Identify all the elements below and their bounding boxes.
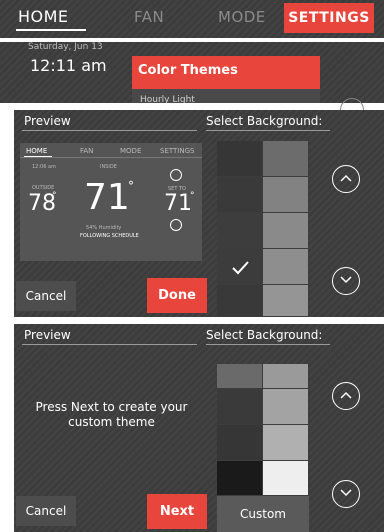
preview-inside-label: INSIDE (100, 164, 117, 170)
background-select-panel: Preview Select Background: HOME FAN MODE… (14, 110, 384, 317)
preview-tab-home: HOME (26, 147, 48, 155)
preview-tab-fan: FAN (80, 147, 94, 155)
preview-degree-sign: ° (52, 191, 57, 201)
cancel-button[interactable]: Cancel (16, 496, 76, 526)
chevron-down-icon (340, 489, 352, 497)
swatch-3[interactable] (217, 177, 263, 213)
divider (22, 344, 197, 345)
preview-tab-mode: MODE (120, 147, 142, 155)
tab-home-underline (16, 29, 86, 31)
swatch-5[interactable] (217, 425, 263, 461)
top-nav-bar: HOME FAN MODE SETTINGS (0, 0, 384, 38)
swatch-8[interactable] (263, 461, 309, 496)
scroll-up-button[interactable] (332, 382, 360, 410)
checkmark-icon (232, 261, 249, 275)
preview-time: 12:06 am (32, 164, 56, 170)
custom-button[interactable]: Custom (217, 496, 309, 532)
swatch-1[interactable] (217, 364, 263, 389)
select-background-label: Select Background: (206, 328, 323, 342)
swatch-3[interactable] (217, 389, 263, 425)
next-button[interactable]: Next (147, 494, 207, 529)
scroll-down-button[interactable] (332, 480, 360, 508)
time-text: 12:11 am (30, 56, 107, 75)
scroll-down-button[interactable] (332, 267, 360, 295)
preview-degree-sign: ° (128, 179, 134, 193)
preview-humidity: 54% Humidity (86, 225, 122, 231)
swatch-5[interactable] (217, 213, 263, 249)
tab-mode[interactable]: MODE (218, 0, 266, 34)
preview-up-icon (170, 169, 182, 181)
custom-theme-panel: Preview Select Background: Press Next to… (14, 324, 384, 532)
chevron-up-icon (340, 391, 352, 399)
swatch-2[interactable] (263, 141, 309, 177)
preview-schedule: FOLLOWING SCHEDULE (80, 233, 139, 239)
preview-degree-sign: ° (190, 191, 195, 201)
preview-set-temp: 71 (164, 191, 192, 216)
theme-preview: HOME FAN MODE SETTINGS 12:06 am INSIDE O… (20, 143, 202, 261)
divider (22, 130, 197, 131)
preview-tab-settings: SETTINGS (160, 147, 195, 155)
menu-item-label: Color Themes (138, 63, 238, 78)
select-background-label: Select Background: (206, 114, 323, 128)
swatch-7[interactable] (217, 461, 263, 496)
swatch-6[interactable] (263, 213, 309, 249)
settings-menu-panel: Saturday, Jun 13 12:11 am Color Themes H… (0, 42, 384, 122)
scroll-up-button[interactable] (332, 165, 360, 193)
preview-label: Preview (24, 328, 71, 342)
swatch-selected[interactable] (217, 249, 263, 285)
swatch-9[interactable] (217, 285, 263, 317)
swatch-1[interactable] (217, 141, 263, 177)
preview-label: Preview (24, 114, 71, 128)
preview-divider (20, 157, 202, 158)
chevron-up-icon (340, 174, 352, 182)
divider (206, 344, 330, 345)
swatch-4[interactable] (263, 177, 309, 213)
cancel-button[interactable]: Cancel (16, 281, 76, 311)
chevron-down-icon (340, 276, 352, 284)
divider (206, 130, 330, 131)
preview-down-icon (170, 219, 182, 231)
tab-settings[interactable]: SETTINGS (284, 3, 374, 33)
swatch-6[interactable] (263, 425, 309, 461)
menu-item-hourly-light[interactable]: Hourly Light (132, 89, 320, 103)
swatch-2[interactable] (263, 364, 309, 389)
tab-fan[interactable]: FAN (134, 0, 164, 34)
date-text: Saturday, Jun 13 (28, 42, 103, 52)
swatch-8[interactable] (263, 249, 309, 285)
custom-theme-message: Press Next to create your custom theme (35, 400, 188, 429)
swatch-10[interactable] (263, 285, 309, 317)
swatch-4[interactable] (263, 389, 309, 425)
preview-inside-temp: 71 (84, 177, 130, 218)
done-button[interactable]: Done (147, 278, 207, 313)
menu-item-label: Hourly Light (140, 95, 195, 103)
menu-item-color-themes[interactable]: Color Themes (132, 56, 320, 89)
